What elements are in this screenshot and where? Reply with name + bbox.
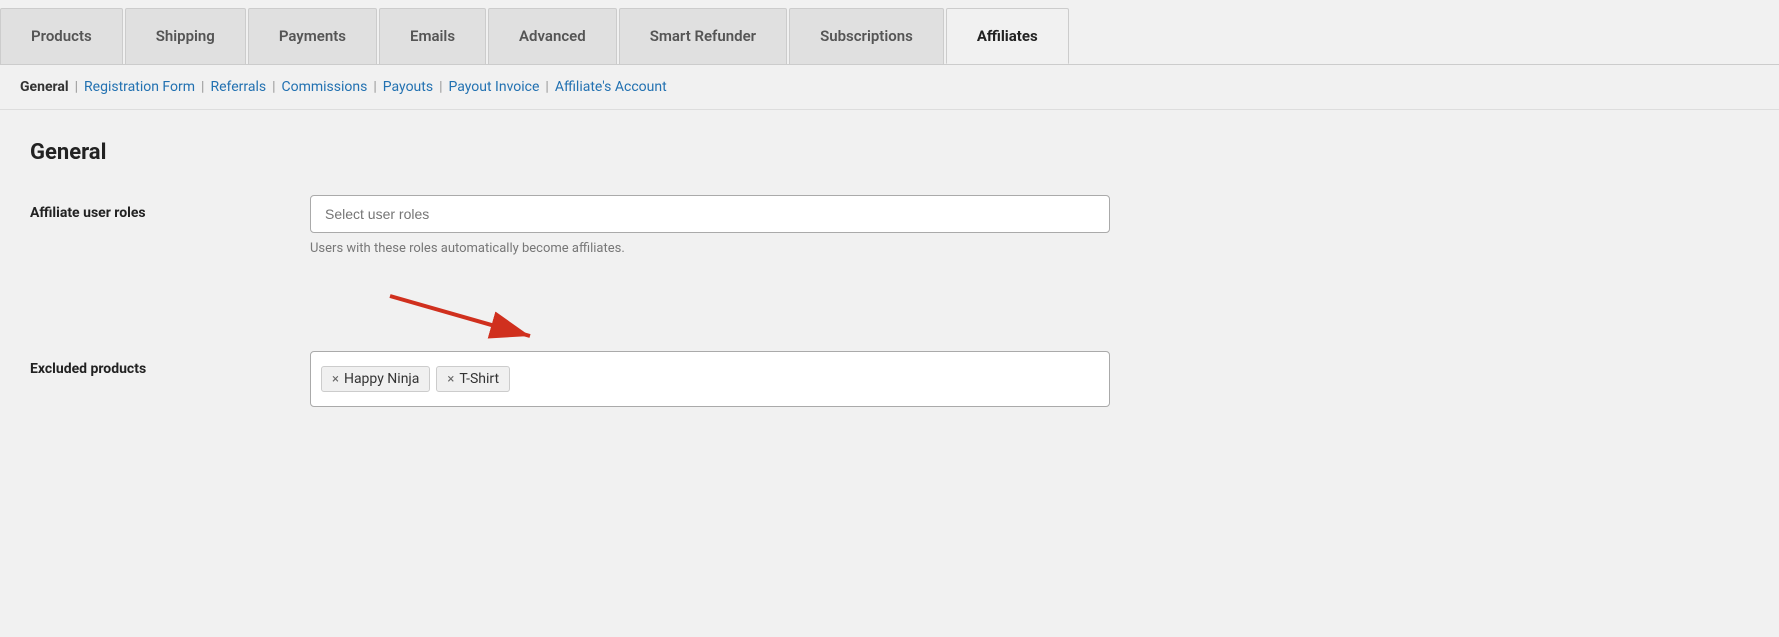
subnav-sep-6: | xyxy=(545,79,548,95)
tag-t-shirt-remove[interactable]: × xyxy=(447,373,454,386)
tag-happy-ninja: × Happy Ninja xyxy=(321,366,430,392)
affiliate-roles-input[interactable] xyxy=(310,195,1110,233)
subnav-sep-5: | xyxy=(439,79,442,95)
section-title: General xyxy=(30,140,1749,165)
main-content: General Affiliate user roles Users with … xyxy=(0,110,1779,610)
affiliate-roles-field: Users with these roles automatically bec… xyxy=(310,195,1110,256)
subnav-payout-invoice[interactable]: Payout Invoice xyxy=(449,79,540,95)
excluded-products-label: Excluded products xyxy=(30,351,310,377)
subnav-sep-3: | xyxy=(272,79,275,95)
tag-t-shirt: × T-Shirt xyxy=(436,366,510,392)
subnav-registration-form[interactable]: Registration Form xyxy=(84,79,195,95)
subnav-sep-1: | xyxy=(75,79,78,95)
tag-t-shirt-label: T-Shirt xyxy=(459,371,499,387)
tag-happy-ninja-remove[interactable]: × xyxy=(332,373,339,386)
excluded-products-field: × Happy Ninja × T-Shirt xyxy=(310,351,1110,407)
subnav-commissions[interactable]: Commissions xyxy=(282,79,368,95)
tag-happy-ninja-label: Happy Ninja xyxy=(344,371,419,387)
subnav-sep-2: | xyxy=(201,79,204,95)
tab-affiliates[interactable]: Affiliates xyxy=(946,8,1069,64)
arrow-annotation xyxy=(30,286,1749,351)
subnav-sep-4: | xyxy=(373,79,376,95)
tab-bar: Products Shipping Payments Emails Advanc… xyxy=(0,0,1779,65)
subnav-payouts[interactable]: Payouts xyxy=(383,79,433,95)
form-row-excluded-products: Excluded products × Happy Ninja × T-Shir… xyxy=(30,351,1130,407)
tab-shipping[interactable]: Shipping xyxy=(125,8,246,64)
affiliate-roles-label: Affiliate user roles xyxy=(30,195,310,221)
form-row-affiliate-roles: Affiliate user roles Users with these ro… xyxy=(30,195,1130,256)
tab-advanced[interactable]: Advanced xyxy=(488,8,617,64)
sub-nav: General | Registration Form | Referrals … xyxy=(0,65,1779,110)
tab-subscriptions[interactable]: Subscriptions xyxy=(789,8,944,64)
tab-payments[interactable]: Payments xyxy=(248,8,377,64)
subnav-affiliates-account[interactable]: Affiliate's Account xyxy=(555,79,667,95)
red-arrow-icon xyxy=(370,286,570,351)
tab-smart-refunder[interactable]: Smart Refunder xyxy=(619,8,787,64)
tab-products[interactable]: Products xyxy=(0,8,123,64)
subnav-referrals[interactable]: Referrals xyxy=(210,79,266,95)
excluded-products-multiselect[interactable]: × Happy Ninja × T-Shirt xyxy=(310,351,1110,407)
subnav-general[interactable]: General xyxy=(20,79,69,95)
affiliate-roles-description: Users with these roles automatically bec… xyxy=(310,241,1110,256)
tab-emails[interactable]: Emails xyxy=(379,8,486,64)
